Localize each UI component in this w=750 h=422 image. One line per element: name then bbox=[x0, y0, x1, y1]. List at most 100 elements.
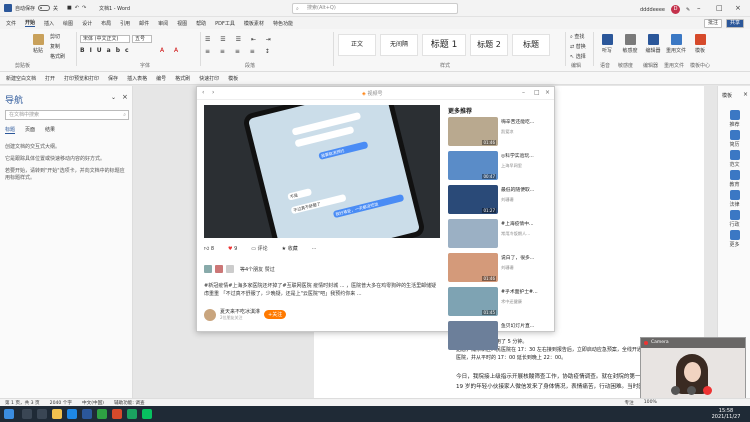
ribbon-tab[interactable]: 引用 bbox=[120, 20, 130, 27]
end-call-icon[interactable] bbox=[703, 386, 712, 395]
ribbon-tab[interactable]: 视图 bbox=[177, 20, 187, 27]
quick-toolbar-item[interactable]: 保存 bbox=[108, 75, 118, 82]
close-icon[interactable]: × bbox=[735, 4, 741, 12]
page-count[interactable]: 第 1 页，共 3 页 bbox=[5, 400, 40, 406]
replace-button[interactable]: ⇄ 替换 bbox=[570, 43, 586, 50]
select-button[interactable]: ↖ 选择 bbox=[570, 53, 586, 60]
favorite-button[interactable]: ★ 收藏 bbox=[282, 245, 298, 252]
language[interactable]: 中文(中国) bbox=[82, 400, 104, 406]
nav-search-input[interactable]: 在文档中搜索 ⌕ bbox=[5, 110, 129, 120]
nav-tab-headings[interactable]: 标题 bbox=[5, 126, 16, 134]
nav-tab-pages[interactable]: 页面 bbox=[25, 126, 35, 134]
app-icon[interactable] bbox=[112, 409, 122, 419]
recommend-item[interactable]: 01:45 #乎术面护士#... 术中还健康 bbox=[448, 287, 548, 319]
nav-tab-results[interactable]: 结果 bbox=[45, 126, 55, 134]
quick-toolbar-item[interactable]: 新建空白文档 bbox=[6, 75, 36, 82]
ribbon-tab[interactable]: 文件 bbox=[6, 20, 16, 27]
copy-button[interactable]: 复制 bbox=[50, 43, 60, 50]
font-format-buttons[interactable]: BIUabc bbox=[80, 47, 134, 54]
word-icon[interactable] bbox=[82, 409, 92, 419]
ribbon-tab[interactable]: 模板素材 bbox=[244, 20, 264, 27]
search-input[interactable]: 搜索(Alt+Q) ⌕ bbox=[292, 3, 458, 14]
autosave-area[interactable]: 自动保存 关 ■ ↶ ↷ bbox=[4, 4, 86, 12]
ribbon-tab[interactable]: 绘图 bbox=[63, 20, 73, 27]
webcam-overlay[interactable]: Camera bbox=[640, 337, 746, 403]
list-buttons[interactable]: ☰ ☰ ☰ ⇤ ⇥ bbox=[205, 36, 275, 43]
chevron-down-icon[interactable]: ⌄ bbox=[111, 94, 116, 101]
quick-toolbar-item[interactable]: 快速打印 bbox=[199, 75, 219, 82]
reuse-files-button[interactable]: 重用文件 bbox=[666, 34, 686, 54]
recommend-item[interactable]: 01:46 嗨辛苦还能吃... 凯爱凉 bbox=[448, 117, 548, 149]
font-name-select[interactable]: 宋体 (中文正文) bbox=[80, 35, 130, 43]
wechat-icon[interactable] bbox=[142, 409, 152, 419]
font-color-buttons[interactable]: A A bbox=[160, 47, 182, 54]
minimize-icon[interactable]: – bbox=[522, 89, 525, 96]
recommend-item[interactable]: 鱼贝幻灯片直... bbox=[448, 321, 548, 353]
chat-app-icon[interactable] bbox=[127, 409, 137, 419]
share-button[interactable]: 共享 bbox=[725, 19, 744, 28]
maximize-icon[interactable]: □ bbox=[534, 89, 540, 96]
style-heading-2[interactable]: 标题 2 bbox=[470, 34, 508, 56]
sensitivity-button[interactable]: 敏感度 bbox=[620, 34, 640, 54]
ribbon-tab[interactable]: 布局 bbox=[101, 20, 111, 27]
style-title[interactable]: 标题 bbox=[512, 34, 550, 56]
task-view-icon[interactable] bbox=[37, 409, 47, 419]
ribbon-tab[interactable]: 帮助 bbox=[196, 20, 206, 27]
ribbon-tab[interactable]: 插入 bbox=[44, 20, 54, 27]
close-icon[interactable]: × bbox=[743, 91, 748, 98]
quick-toolbar-item[interactable]: 模板 bbox=[228, 75, 238, 82]
maximize-icon[interactable]: □ bbox=[716, 4, 723, 12]
dictate-button[interactable]: 听写 bbox=[597, 34, 617, 54]
quick-toolbar-item[interactable]: 格式刷 bbox=[175, 75, 190, 82]
file-explorer-icon[interactable] bbox=[52, 409, 62, 419]
clock[interactable]: 15:58 2021/11/27 bbox=[706, 408, 746, 420]
style-normal[interactable]: 正文 bbox=[338, 34, 376, 56]
align-buttons[interactable]: ≡ ≡ ≡ ≡ ↕ bbox=[205, 48, 274, 55]
like-button[interactable]: 👍︎ 8 bbox=[204, 246, 214, 252]
avatar[interactable]: D bbox=[671, 5, 680, 14]
redo-icon[interactable]: ↷ bbox=[82, 5, 86, 11]
liked-by-row[interactable]: 等4个朋友 赞过 bbox=[204, 265, 275, 273]
more-button[interactable]: ··· bbox=[312, 246, 317, 252]
template-item-more[interactable]: 更多 bbox=[718, 230, 750, 248]
author-row[interactable]: 夏天来不吃冰淇淋 2位朋友关注 +关注 bbox=[204, 308, 287, 321]
pen-icon[interactable]: ✎ bbox=[686, 7, 690, 13]
recommend-item[interactable]: #上海疫情中... 常用冷饭期人... bbox=[448, 219, 548, 251]
ribbon-tab[interactable]: 审阅 bbox=[158, 20, 168, 27]
style-no-spacing[interactable]: 无间隔 bbox=[380, 34, 418, 56]
back-icon[interactable]: ‹ bbox=[202, 89, 204, 96]
camera-icon[interactable] bbox=[687, 386, 696, 395]
wechat-icon[interactable] bbox=[97, 409, 107, 419]
focus-button[interactable]: 专注 bbox=[625, 400, 634, 406]
heart-button[interactable]: ♥ 9 bbox=[228, 246, 237, 252]
template-item-essay[interactable]: 范文 bbox=[718, 150, 750, 168]
save-icon[interactable]: ■ bbox=[67, 5, 72, 11]
user-name[interactable]: ddddeeee bbox=[640, 7, 665, 13]
format-painter-button[interactable]: 格式刷 bbox=[50, 53, 65, 60]
template-item-recommend[interactable]: 推荐 bbox=[718, 110, 750, 128]
ribbon-tab[interactable]: 邮件 bbox=[139, 20, 149, 27]
minimize-icon[interactable]: – bbox=[697, 4, 701, 12]
template-item-resume[interactable]: 简历 bbox=[718, 130, 750, 148]
paste-button[interactable]: 粘贴 bbox=[28, 34, 48, 54]
mic-icon[interactable] bbox=[671, 386, 680, 395]
word-count[interactable]: 2040 个字 bbox=[50, 400, 72, 406]
comment-button[interactable]: 批注 bbox=[703, 19, 722, 28]
autosave-toggle[interactable] bbox=[38, 5, 51, 11]
recommend-item[interactable]: 01:46 说白了，很多... 刘珊珊 bbox=[448, 253, 548, 285]
quick-toolbar-item[interactable]: 打开 bbox=[45, 75, 55, 82]
undo-icon[interactable]: ↶ bbox=[75, 5, 79, 11]
comment-button[interactable]: ▭ 评论 bbox=[251, 245, 267, 252]
search-icon[interactable] bbox=[22, 409, 32, 419]
template-button[interactable]: 模板 bbox=[690, 34, 710, 54]
cut-button[interactable]: 剪切 bbox=[50, 33, 60, 40]
recommend-item[interactable]: 01:27 最低的随便取... 刘珊珊 bbox=[448, 185, 548, 217]
ribbon-tab[interactable]: 特色功能 bbox=[273, 20, 293, 27]
accessibility[interactable]: 辅助功能: 调查 bbox=[114, 400, 145, 406]
quick-toolbar-item[interactable]: 打印预览和打印 bbox=[64, 75, 99, 82]
template-item-admin[interactable]: 行政 bbox=[718, 210, 750, 228]
editor-button[interactable]: 编辑器 bbox=[643, 34, 663, 54]
template-item-education[interactable]: 教育 bbox=[718, 170, 750, 188]
quick-toolbar-item[interactable]: 编号 bbox=[156, 75, 166, 82]
quick-toolbar-item[interactable]: 插入表格 bbox=[127, 75, 147, 82]
